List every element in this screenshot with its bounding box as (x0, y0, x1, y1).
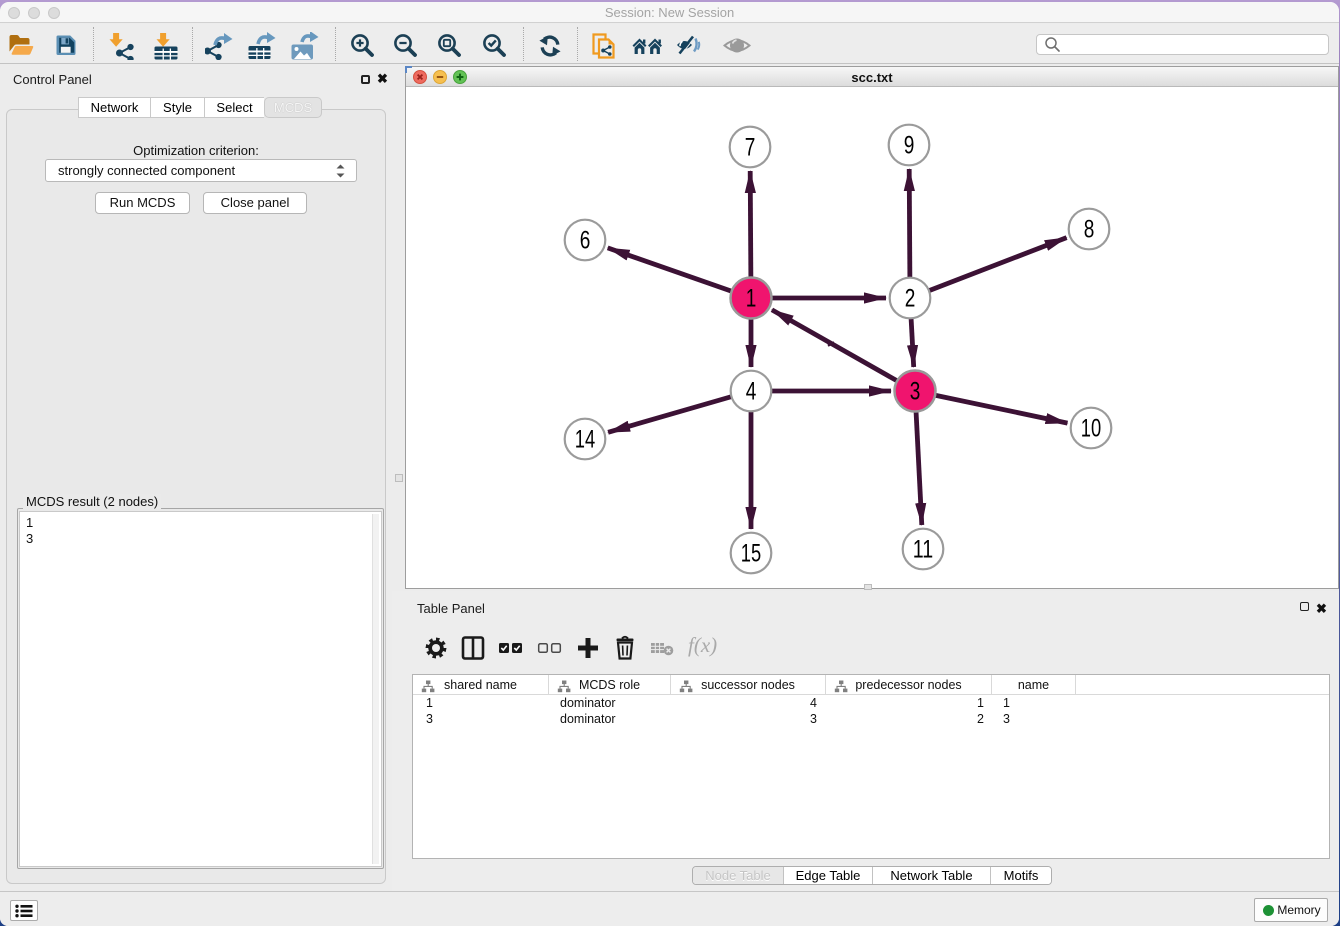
svg-text:2: 2 (905, 285, 916, 313)
svg-text:3: 3 (910, 378, 921, 406)
svg-text:8: 8 (1084, 216, 1095, 244)
svg-text:9: 9 (904, 132, 915, 160)
svg-text:6: 6 (580, 227, 591, 255)
svg-text:10: 10 (1081, 415, 1101, 443)
svg-text:1: 1 (746, 285, 757, 313)
svg-text:14: 14 (575, 426, 595, 454)
svg-text:11: 11 (913, 536, 933, 564)
svg-text:4: 4 (746, 378, 757, 406)
svg-text:15: 15 (741, 540, 761, 568)
svg-text:7: 7 (745, 134, 756, 162)
